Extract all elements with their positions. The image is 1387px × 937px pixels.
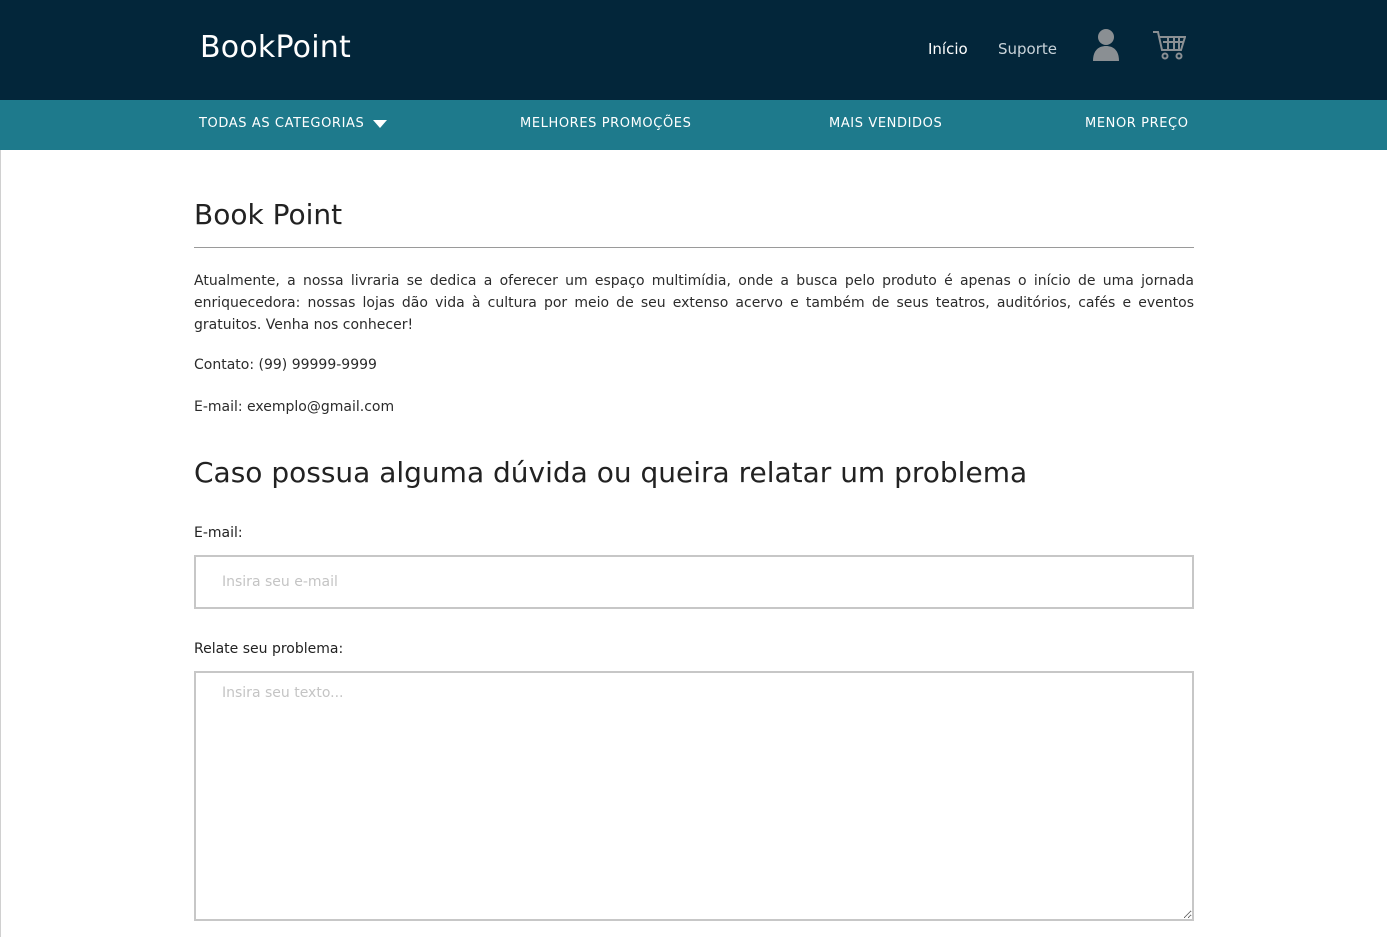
brand-logo[interactable]: BookPoint xyxy=(200,30,351,65)
top-header: BookPoint Início Suporte xyxy=(0,0,1387,100)
page-title: Book Point xyxy=(194,198,343,231)
caret-down-icon xyxy=(373,119,388,128)
best-sellers-link[interactable]: MAIS VENDIDOS xyxy=(829,116,942,131)
email-label: E-mail: xyxy=(194,525,243,541)
problem-textarea[interactable] xyxy=(194,671,1194,921)
category-bar: TODAS AS CATEGORIAS MELHORES PROMOÇÕES M… xyxy=(0,100,1387,150)
nav-home-link[interactable]: Início xyxy=(928,40,968,58)
user-icon[interactable] xyxy=(1092,28,1120,62)
problem-label: Relate seu problema: xyxy=(194,641,344,657)
support-form-title: Caso possua alguma dúvida ou queira rela… xyxy=(194,456,1028,489)
lowest-price-link[interactable]: MENOR PREÇO xyxy=(1085,116,1189,131)
all-categories-label: TODAS AS CATEGORIAS xyxy=(199,116,365,131)
title-divider xyxy=(194,247,1194,248)
cart-icon[interactable] xyxy=(1152,29,1187,61)
email-field[interactable] xyxy=(194,555,1194,609)
best-promotions-link[interactable]: MELHORES PROMOÇÕES xyxy=(520,116,691,131)
contact-email: E-mail: exemplo@gmail.com xyxy=(194,399,395,415)
all-categories-dropdown[interactable]: TODAS AS CATEGORIAS xyxy=(199,116,388,131)
page-edge-divider xyxy=(0,150,1,937)
nav-support-link[interactable]: Suporte xyxy=(998,40,1057,58)
about-text: Atualmente, a nossa livraria se dedica a… xyxy=(194,273,1194,333)
contact-phone: Contato: (99) 99999-9999 xyxy=(194,357,377,373)
